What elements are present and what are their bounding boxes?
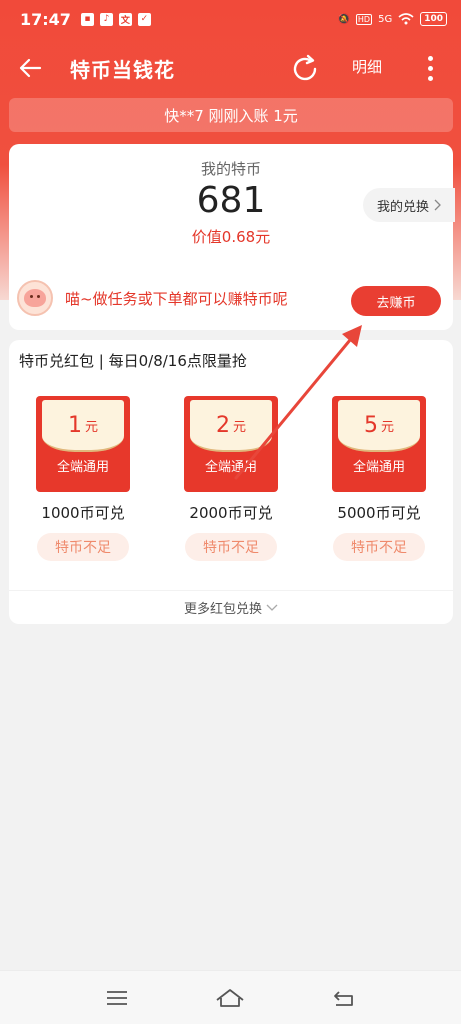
coin-value: 价值0.68元 — [191, 228, 271, 246]
earn-coins-button[interactable]: 去赚币 — [351, 286, 441, 316]
status-right: 🔕 HD 5G 100 — [337, 12, 447, 26]
redpack-price: 1000币可兑 — [41, 504, 125, 522]
back-arrow-icon — [19, 58, 42, 78]
redpack-envelope[interactable]: 2 元 全端通用 — [184, 396, 278, 492]
redpack-amount: 5 — [363, 412, 378, 438]
redpack-face: 2 元 — [190, 400, 272, 452]
status-bar: 17:47 ▪ ♪ 文 ✓ 🔕 HD 5G 100 — [0, 0, 461, 38]
home-button[interactable] — [210, 983, 250, 1013]
tiktok-notification-icon: ♪ — [99, 12, 113, 26]
my-exchange-button[interactable]: 我的兑换 — [362, 188, 455, 222]
system-navigation-bar — [0, 970, 461, 1024]
clipboard-notification-icon: ✓ — [137, 12, 151, 26]
redpack-face: 1 元 — [42, 400, 124, 452]
redpack-unit: 元 — [380, 419, 394, 435]
app-notification-icon: ▪ — [80, 12, 94, 26]
redpack-envelope[interactable]: 5 元 全端通用 — [332, 396, 426, 492]
redpack-amount: 1 — [67, 412, 82, 438]
back-icon — [334, 990, 354, 1006]
refresh-button[interactable] — [288, 52, 322, 86]
redpack-status-button[interactable]: 特币不足 — [333, 533, 425, 561]
back-button[interactable] — [0, 40, 60, 96]
redpack-unit: 元 — [84, 419, 98, 435]
redpack-list: 1 元 全端通用 1000币可兑 特币不足 2 元 全端通用 2000币可兑 特… — [9, 396, 453, 561]
chevron-right-icon — [434, 199, 441, 211]
redpack-item[interactable]: 2 元 全端通用 2000币可兑 特币不足 — [157, 396, 305, 561]
more-redpacks-button[interactable]: 更多红包兑换 — [9, 590, 453, 624]
home-icon — [216, 988, 245, 1007]
exchange-ticker: 快**7 刚刚入账 1元 — [9, 98, 453, 132]
wifi-icon — [398, 13, 414, 25]
hd-icon: HD — [355, 13, 373, 25]
redpack-unit: 元 — [232, 419, 246, 435]
mascot-avatar — [17, 280, 53, 316]
redpack-price: 5000币可兑 — [337, 504, 421, 522]
redpack-card: 特币兑红包 | 每日0/8/16点限量抢 1 元 全端通用 1000币可兑 特币… — [9, 340, 453, 624]
mute-icon: 🔕 — [337, 13, 350, 25]
page-title: 特币当钱花 — [70, 57, 175, 82]
redpack-scope: 全端通用 — [204, 460, 257, 475]
redpack-scope: 全端通用 — [352, 460, 405, 475]
redpack-face: 5 元 — [338, 400, 420, 452]
menu-button[interactable] — [97, 983, 137, 1013]
menu-icon — [106, 990, 127, 1005]
coin-label: 我的特币 — [200, 160, 261, 178]
redpack-scope: 全端通用 — [56, 460, 109, 475]
refresh-icon — [293, 54, 317, 81]
redpack-item[interactable]: 1 元 全端通用 1000币可兑 特币不足 — [9, 396, 157, 561]
redpack-amount: 2 — [215, 412, 230, 438]
earn-tip-row: 喵~做任务或下单都可以赚特币呢 去赚币 — [17, 278, 445, 318]
notification-icons: ▪ ♪ 文 ✓ — [80, 12, 151, 26]
more-redpacks-label: 更多红包兑换 — [183, 602, 262, 617]
nav-bar: 特币当钱花 明细 — [0, 40, 461, 96]
signal-label: 5G — [378, 13, 393, 25]
redpack-status-button[interactable]: 特币不足 — [185, 533, 277, 561]
translate-notification-icon: 文 — [118, 12, 132, 26]
redpack-header: 特币兑红包 | 每日0/8/16点限量抢 — [19, 352, 247, 370]
chevron-down-icon — [266, 604, 278, 611]
redpack-envelope[interactable]: 1 元 全端通用 — [36, 396, 130, 492]
more-vertical-icon[interactable] — [420, 50, 440, 86]
redpack-item[interactable]: 5 元 全端通用 5000币可兑 特币不足 — [305, 396, 453, 561]
coin-card: 我的特币 681 价值0.68元 我的兑换 喵~做任务或下单都可以赚特币呢 去赚… — [9, 144, 455, 330]
my-exchange-label: 我的兑换 — [376, 199, 429, 215]
detail-button[interactable]: 明细 — [352, 56, 382, 77]
redpack-price: 2000币可兑 — [189, 504, 273, 522]
earn-tip-text: 喵~做任务或下单都可以赚特币呢 — [65, 289, 288, 308]
redpack-status-button[interactable]: 特币不足 — [37, 533, 129, 561]
system-back-button[interactable] — [324, 983, 364, 1013]
battery-indicator: 100 — [420, 12, 447, 26]
status-time: 17:47 — [20, 9, 71, 29]
